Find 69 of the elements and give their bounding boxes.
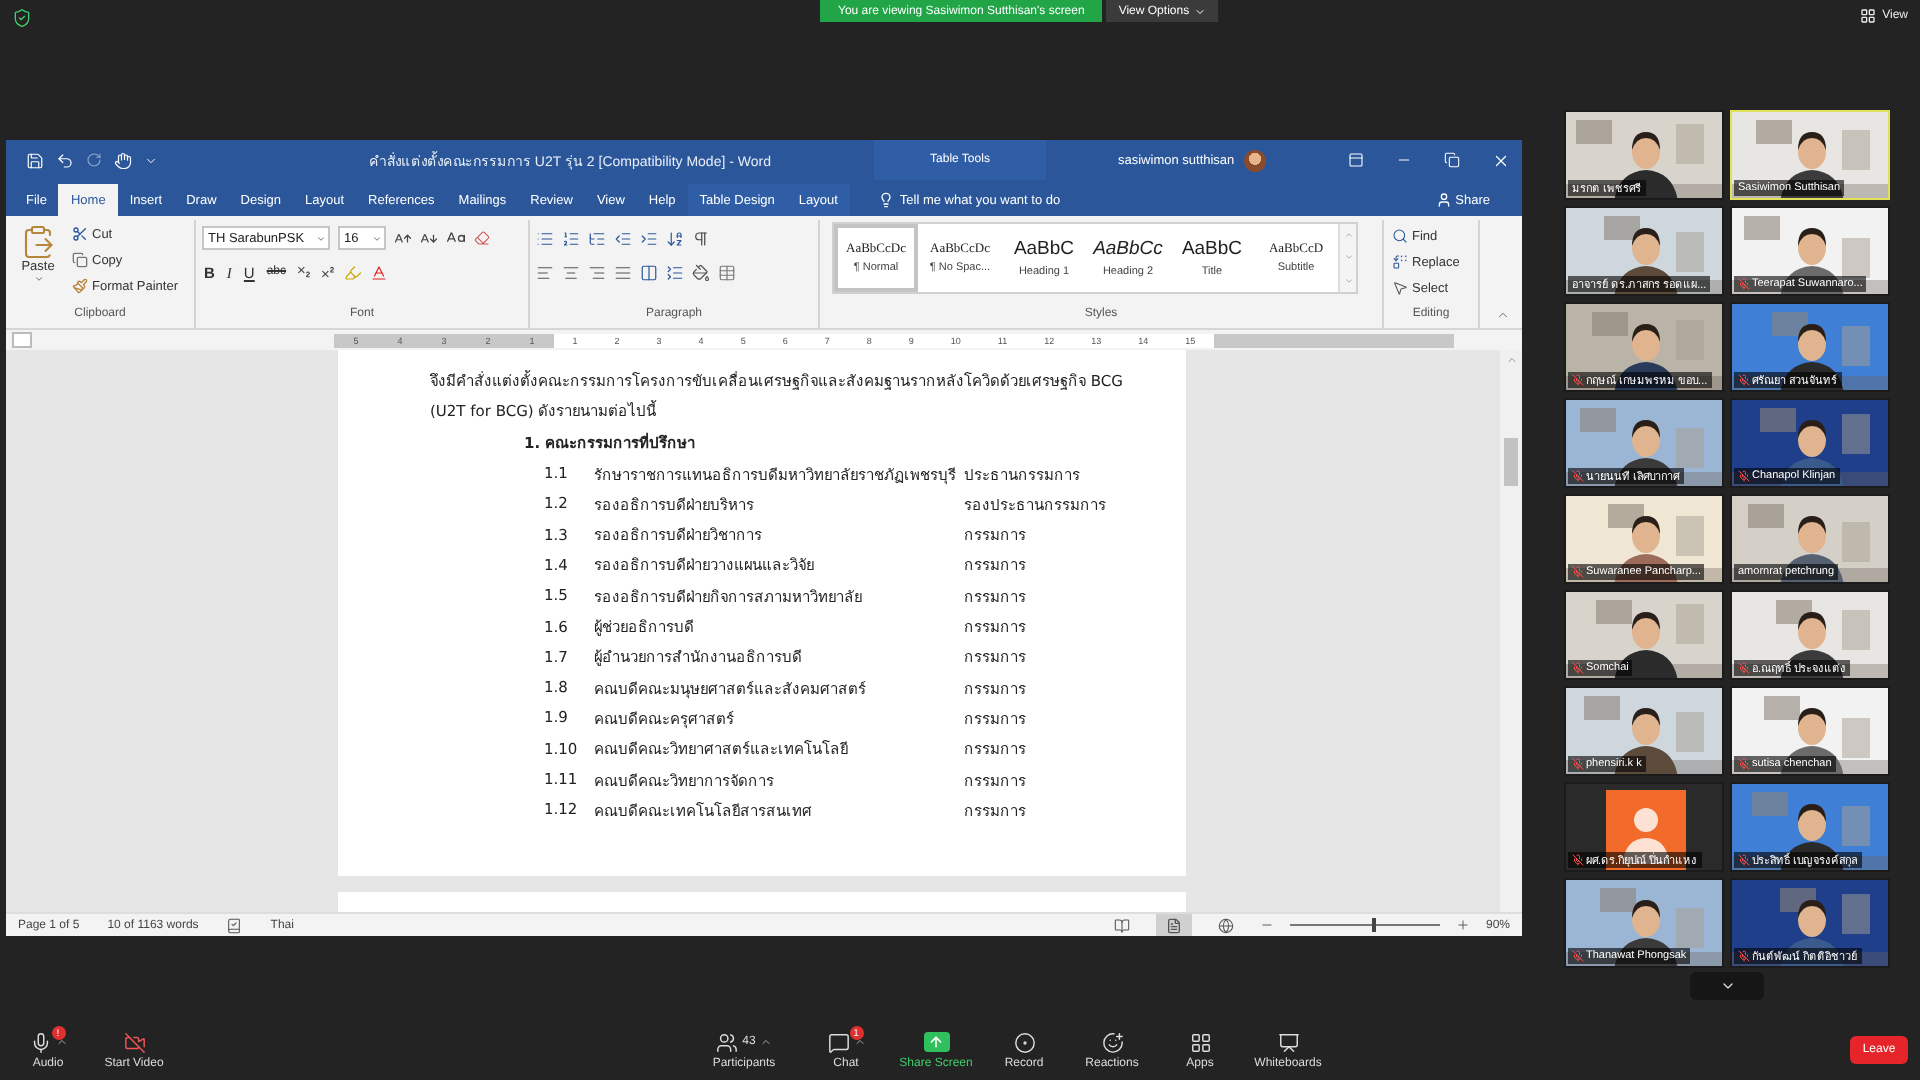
- paintbrush-icon: [72, 278, 88, 294]
- align-center-icon[interactable]: [562, 263, 580, 281]
- replace-icon: [1392, 254, 1408, 270]
- restore-icon[interactable]: [1444, 152, 1460, 168]
- chevron-down-icon: [1719, 978, 1735, 994]
- ribbon-display-icon[interactable]: [1348, 152, 1364, 168]
- change-case-icon[interactable]: [446, 228, 466, 248]
- shrink-font-icon[interactable]: [420, 229, 438, 247]
- apps-icon: [1189, 1031, 1211, 1053]
- record-icon: [1013, 1031, 1035, 1053]
- caret-icon: [55, 1036, 67, 1048]
- numbering-icon[interactable]: [562, 229, 580, 247]
- grow-font-icon[interactable]: [394, 229, 412, 247]
- grid-icon: [1860, 8, 1877, 24]
- people-icon: [716, 1031, 739, 1053]
- caret-icon: [1193, 5, 1206, 17]
- clear-formatting-icon[interactable]: [474, 230, 490, 246]
- superscript-icon[interactable]: [320, 264, 337, 280]
- subscript-icon[interactable]: [296, 264, 313, 280]
- font-color-icon[interactable]: [370, 263, 389, 281]
- decrease-indent-icon[interactable]: [614, 229, 632, 247]
- bullets-icon[interactable]: [536, 229, 554, 247]
- pointer-icon: [1392, 280, 1408, 296]
- caret-icon: [853, 1036, 865, 1048]
- caret-icon: [316, 233, 326, 243]
- distributed-icon[interactable]: [640, 263, 658, 281]
- caret-icon: [372, 233, 382, 243]
- line-spacing-icon[interactable]: [666, 263, 684, 281]
- person-icon: [1435, 192, 1452, 208]
- read-mode-icon[interactable]: [1113, 917, 1130, 933]
- page-icon: [1165, 917, 1182, 933]
- pilcrow-icon[interactable]: [692, 229, 710, 247]
- microphone-icon: [29, 1031, 51, 1053]
- web-layout-icon[interactable]: [1217, 917, 1234, 933]
- scroll-thumb[interactable]: [1504, 438, 1518, 486]
- user-avatar: [1244, 149, 1267, 171]
- save-icon[interactable]: [26, 151, 44, 169]
- redo-icon[interactable]: [86, 152, 102, 168]
- proofing-icon[interactable]: [226, 917, 243, 933]
- zoom-out-icon[interactable]: [1259, 918, 1274, 932]
- increase-indent-icon[interactable]: [640, 229, 658, 247]
- align-left-icon[interactable]: [536, 263, 554, 281]
- caret-icon: [759, 1036, 772, 1048]
- scissors-icon: [72, 226, 88, 242]
- customize-icon[interactable]: [144, 153, 158, 167]
- chat-icon: [827, 1031, 849, 1053]
- touch-mode-icon[interactable]: [114, 151, 132, 169]
- copy-icon: [72, 252, 88, 268]
- highlighter-icon[interactable]: [344, 263, 363, 281]
- arrow-up-icon: [928, 1034, 944, 1050]
- multilevel-list-icon[interactable]: [588, 229, 606, 247]
- justify-icon[interactable]: [614, 263, 632, 281]
- clipboard-icon: [20, 224, 56, 260]
- shading-icon[interactable]: [692, 263, 710, 281]
- print-layout-button[interactable]: [1155, 914, 1192, 936]
- search-icon: [1392, 228, 1408, 244]
- camera-off-icon: [123, 1031, 145, 1053]
- borders-icon[interactable]: [718, 263, 736, 281]
- caret-icon: [33, 274, 43, 284]
- smiley-icon: [1101, 1031, 1123, 1053]
- whiteboard-icon: [1277, 1031, 1299, 1053]
- lightbulb-icon: [877, 192, 894, 208]
- zoom-in-icon[interactable]: [1455, 918, 1470, 932]
- close-icon[interactable]: [1492, 151, 1510, 169]
- shield-icon: [12, 8, 32, 28]
- sort-icon[interactable]: [666, 229, 684, 247]
- undo-icon[interactable]: [56, 151, 74, 169]
- align-right-icon[interactable]: [588, 263, 606, 281]
- collapse-ribbon-icon[interactable]: [1496, 308, 1510, 322]
